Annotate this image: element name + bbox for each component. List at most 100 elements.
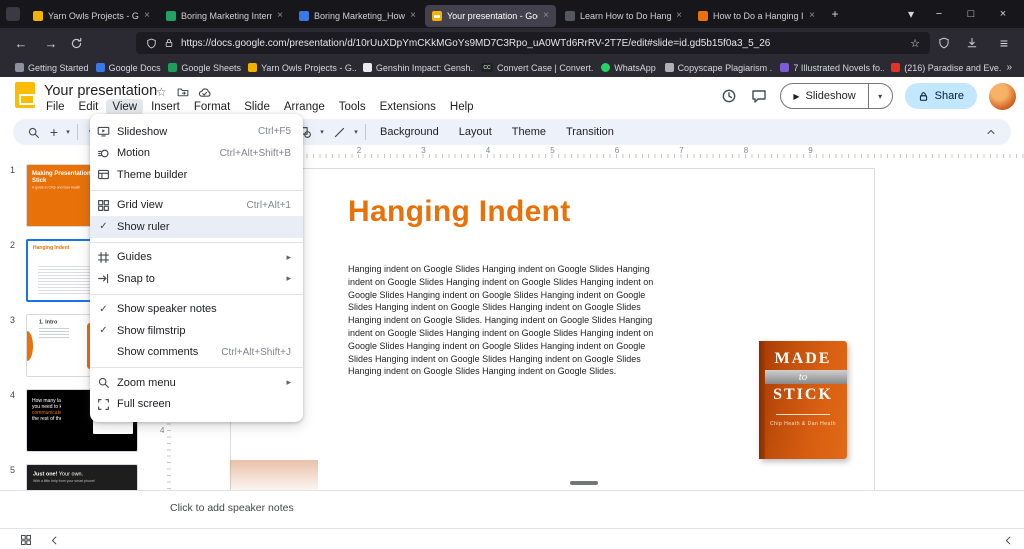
- line-caret-icon[interactable]: ▾: [351, 120, 361, 144]
- bookmarks-overflow-icon[interactable]: »: [1002, 62, 1016, 73]
- bookmark-label: (216) Paradise and Eve...: [904, 63, 1002, 73]
- back-icon[interactable]: ←: [10, 36, 32, 51]
- open-side-panel-icon[interactable]: [1000, 532, 1016, 548]
- new-slide-caret-icon[interactable]: ▾: [63, 120, 73, 144]
- tab-close-icon[interactable]: ×: [543, 10, 549, 21]
- bookmark-label: 7 Illustrated Novels fo...: [793, 63, 884, 73]
- profile-avatar[interactable]: [989, 83, 1016, 110]
- bookmark-genshin[interactable]: Genshin Impact: Gensh...: [356, 63, 474, 73]
- forward-icon[interactable]: →: [40, 36, 62, 51]
- tab-close-icon[interactable]: ×: [676, 10, 682, 21]
- slide-title[interactable]: Hanging Indent: [348, 195, 571, 229]
- menu-help[interactable]: Help: [444, 99, 480, 115]
- new-slide-icon[interactable]: +: [45, 120, 63, 144]
- menu-item-show-comments[interactable]: Show comments Ctrl+Alt+Shift+J: [90, 342, 303, 364]
- bookmark-whatsapp[interactable]: WhatsApp: [594, 63, 657, 73]
- slides-logo-icon[interactable]: [15, 82, 35, 108]
- new-tab-button[interactable]: +: [824, 7, 846, 21]
- slide-body-text[interactable]: Hanging indent on Google Slides Hanging …: [348, 263, 660, 378]
- menu-file[interactable]: File: [40, 99, 71, 115]
- menu-extensions[interactable]: Extensions: [374, 99, 442, 115]
- tab-close-icon[interactable]: ×: [144, 10, 150, 21]
- cloud-saved-icon[interactable]: [198, 86, 211, 99]
- refresh-icon[interactable]: [70, 37, 92, 50]
- bookmark-getting-started[interactable]: Getting Started: [8, 63, 89, 73]
- tab-your-presentation-active[interactable]: Your presentation - Google ×: [425, 5, 556, 27]
- menu-item-show-ruler[interactable]: ✓ Show ruler: [90, 216, 303, 238]
- bookmark-google-sheets[interactable]: Google Sheets: [161, 63, 241, 73]
- slideshow-dropdown-icon[interactable]: ▾: [868, 84, 892, 108]
- bookmark-paradise[interactable]: (216) Paradise and Eve...: [884, 63, 1002, 73]
- menu-view[interactable]: View: [106, 99, 143, 115]
- bookmark-illustrated-novels[interactable]: 7 Illustrated Novels fo...: [773, 63, 884, 73]
- comments-icon[interactable]: [750, 87, 768, 105]
- made-to-stick-book-image[interactable]: MADE to STICK Chip Heath & Dan Heath: [759, 341, 847, 459]
- move-folder-icon[interactable]: [177, 86, 189, 98]
- tab-close-icon[interactable]: ×: [809, 10, 815, 21]
- insert-line-icon[interactable]: [327, 120, 351, 144]
- background-button[interactable]: Background: [370, 126, 449, 138]
- menu-item-theme-builder[interactable]: Theme builder: [90, 164, 303, 186]
- tab-learn-hanging-indent[interactable]: Learn How to Do Hanging I ×: [558, 5, 689, 27]
- menu-item-show-filmstrip[interactable]: ✓ Show filmstrip: [90, 320, 303, 342]
- collapse-filmstrip-icon[interactable]: [46, 532, 62, 548]
- slideshow-button-main[interactable]: ▶ Slideshow: [781, 90, 867, 102]
- menu-item-motion[interactable]: Motion Ctrl+Alt+Shift+B: [90, 143, 303, 165]
- list-all-tabs-icon[interactable]: ▾: [900, 7, 922, 21]
- bookmark-copyscape[interactable]: Copyscape Plagiarism ...: [658, 63, 774, 73]
- theme-button[interactable]: Theme: [502, 126, 556, 138]
- bookmark-google-docs[interactable]: Google Docs: [89, 63, 162, 73]
- menu-format[interactable]: Format: [188, 99, 236, 115]
- url-field[interactable]: https://docs.google.com/presentation/d/1…: [136, 32, 930, 54]
- document-title[interactable]: Your presentation: [44, 83, 157, 99]
- menu-hamburger-icon[interactable]: ≡: [994, 35, 1014, 51]
- menu-tools[interactable]: Tools: [333, 99, 372, 115]
- grid-view-icon[interactable]: [18, 532, 34, 548]
- menu-edit[interactable]: Edit: [73, 99, 105, 115]
- collapse-toolbar-icon[interactable]: [979, 120, 1003, 144]
- shape-caret-icon[interactable]: ▾: [317, 120, 327, 144]
- tab-close-icon[interactable]: ×: [277, 10, 283, 21]
- tab-how-to-hanging-indent[interactable]: How to Do a Hanging Inde ×: [691, 5, 822, 27]
- star-document-icon[interactable]: ☆: [156, 85, 167, 99]
- menu-insert[interactable]: Insert: [145, 99, 186, 115]
- speaker-notes-placeholder[interactable]: Click to add speaker notes: [170, 502, 294, 514]
- book-divider-line: [776, 414, 830, 415]
- menu-arrange[interactable]: Arrange: [278, 99, 331, 115]
- slideshow-label: Slideshow: [806, 90, 856, 102]
- menu-item-full-screen[interactable]: Full screen: [90, 394, 303, 416]
- search-menus-icon[interactable]: [21, 120, 45, 144]
- tracking-shield-icon[interactable]: [938, 37, 958, 49]
- speaker-notes-area[interactable]: Click to add speaker notes: [0, 490, 1024, 528]
- tab-boring-marketing-internal[interactable]: Boring Marketing Internal - ×: [159, 5, 290, 27]
- bookmark-label: Copyscape Plagiarism ...: [678, 63, 774, 73]
- menu-item-snap-to[interactable]: Snap to ▸: [90, 268, 303, 290]
- layout-button[interactable]: Layout: [449, 126, 502, 138]
- tab-close-icon[interactable]: ×: [410, 10, 416, 21]
- window-close-button[interactable]: ×: [988, 8, 1018, 20]
- menu-item-slideshow[interactable]: Slideshow Ctrl+F5: [90, 121, 303, 143]
- transition-button[interactable]: Transition: [556, 126, 624, 138]
- notes-resize-handle[interactable]: [570, 481, 598, 485]
- menu-slide[interactable]: Slide: [238, 99, 276, 115]
- window-maximize-button[interactable]: □: [956, 8, 986, 20]
- tab-yarn-owls[interactable]: Yarn Owls Projects - Googl ×: [26, 5, 157, 27]
- slide-thumbnail-5[interactable]: Just one! Your own. With a little help f…: [26, 464, 138, 490]
- bookmark-star-icon[interactable]: ☆: [910, 37, 920, 50]
- book-word-made: MADE: [775, 350, 832, 368]
- downloads-icon[interactable]: [966, 37, 986, 49]
- menu-item-zoom-menu[interactable]: Zoom menu ▸: [90, 372, 303, 394]
- bookmark-convert-case[interactable]: CCConvert Case | Convert...: [474, 63, 594, 73]
- shield-icon: [146, 38, 157, 49]
- bookmark-yarn-owls[interactable]: Yarn Owls Projects - G...: [241, 63, 356, 73]
- tab-boring-marketing-howto[interactable]: Boring Marketing_How To D ×: [292, 5, 423, 27]
- slideshow-button[interactable]: ▶ Slideshow ▾: [780, 83, 892, 109]
- version-history-icon[interactable]: [720, 87, 738, 105]
- share-button[interactable]: Share: [905, 83, 977, 109]
- slide-canvas[interactable]: Hanging Indent Hanging indent on Google …: [230, 168, 875, 490]
- firefox-view-icon[interactable]: [6, 7, 20, 21]
- window-minimize-button[interactable]: −: [924, 8, 954, 20]
- menu-item-grid-view[interactable]: Grid view Ctrl+Alt+1: [90, 195, 303, 217]
- menu-item-guides[interactable]: Guides ▸: [90, 247, 303, 269]
- menu-item-show-speaker-notes[interactable]: ✓ Show speaker notes: [90, 299, 303, 321]
